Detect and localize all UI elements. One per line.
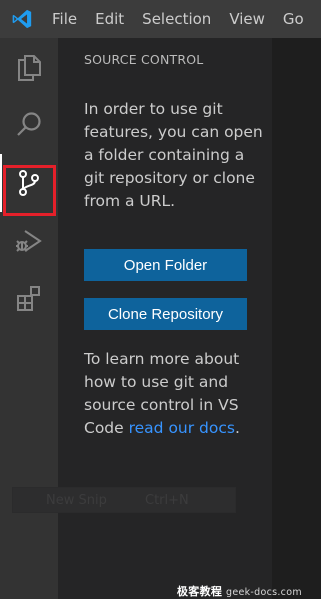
menu-edit[interactable]: Edit	[86, 0, 133, 38]
read-docs-link[interactable]: read our docs	[129, 419, 235, 437]
clone-repository-button[interactable]: Clone Repository	[84, 298, 247, 330]
run-debug-icon	[16, 230, 42, 252]
ghost-tooltip-shortcut: Ctrl+N	[145, 492, 189, 508]
activity-search[interactable]	[0, 96, 58, 154]
activity-bar	[0, 38, 58, 599]
extensions-icon	[17, 286, 40, 311]
watermark-url: geek-docs.com	[226, 587, 302, 598]
watermark: 极客教程 geek-docs.com	[177, 583, 302, 599]
activity-explorer[interactable]	[0, 38, 58, 96]
files-icon	[18, 55, 41, 81]
menu-selection[interactable]: Selection	[133, 0, 220, 38]
open-folder-button[interactable]: Open Folder	[84, 249, 247, 281]
learn-more-message: To learn more about how to use git and s…	[84, 348, 264, 440]
git-intro-message: In order to use git features, you can op…	[84, 100, 263, 210]
activity-extensions[interactable]	[0, 270, 58, 328]
watermark-brand: 极客教程	[177, 585, 223, 598]
source-control-panel: SOURCE CONTROL In order to use git featu…	[58, 38, 272, 599]
activity-source-control[interactable]	[0, 154, 58, 212]
editor-area	[272, 38, 321, 599]
menu-go[interactable]: Go	[274, 0, 313, 38]
search-icon	[17, 112, 41, 136]
title-bar: File Edit Selection View Go	[0, 0, 321, 38]
panel-title: SOURCE CONTROL	[84, 52, 204, 67]
learn-more-suffix: .	[234, 419, 240, 437]
activity-run-debug[interactable]	[0, 212, 58, 270]
ghost-tooltip: New Snip Ctrl+N	[12, 487, 236, 513]
menu-view[interactable]: View	[220, 0, 274, 38]
source-control-icon	[19, 170, 39, 196]
menu-bar: File Edit Selection View Go	[44, 0, 313, 38]
ghost-tooltip-label: New Snip	[46, 492, 107, 508]
menu-file[interactable]: File	[44, 0, 86, 38]
vscode-logo-icon[interactable]	[0, 0, 44, 38]
